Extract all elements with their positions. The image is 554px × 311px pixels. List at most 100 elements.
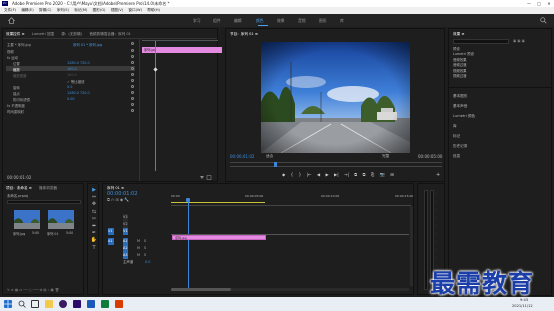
menu-window[interactable]: 窗口(W) xyxy=(128,7,142,14)
effect-controls-timecode[interactable]: 00:00:01:02 xyxy=(7,175,31,180)
workspace-tab-graphics[interactable]: 图形 xyxy=(319,18,327,24)
project-item-name[interactable]: 序列 01 xyxy=(47,231,58,236)
add-marker-button[interactable]: ◆ xyxy=(282,172,285,177)
uniform-scale-checkbox[interactable]: ✓ 等比缩放 xyxy=(67,79,84,84)
project-item-thumbnail[interactable] xyxy=(48,210,74,229)
tab-audio-clip-mixer[interactable]: 音频剪辑混合器：序列 01 xyxy=(89,32,131,36)
track-header-v3[interactable]: V3 xyxy=(107,214,171,221)
track-header-a3[interactable]: A3 M S xyxy=(107,252,171,259)
tab-effect-controls[interactable]: 效果控件 ≡ xyxy=(6,32,25,36)
mark-in-button[interactable]: { xyxy=(291,172,294,177)
sequence-clip-label[interactable]: 序列 01 * 序列.jpg xyxy=(73,42,102,47)
mark-out-button[interactable]: } xyxy=(299,172,302,177)
program-video-frame[interactable] xyxy=(261,42,410,153)
type-tool[interactable]: T xyxy=(90,245,98,252)
export-frame-button[interactable]: ⎘ xyxy=(371,172,374,177)
premiere-taskbar-icon[interactable] xyxy=(73,300,81,308)
mini-playhead[interactable] xyxy=(155,41,156,171)
video-track-lanes[interactable] xyxy=(171,214,409,235)
taskbar-search-icon[interactable] xyxy=(18,300,26,308)
ripple-edit-tool[interactable]: ✥ xyxy=(90,201,98,208)
menu-clip[interactable]: 剪辑(C) xyxy=(39,7,52,14)
tab-program[interactable]: 节目：序列 01 ≡ xyxy=(230,32,258,36)
project-item-name[interactable]: 序列.jpg xyxy=(13,231,25,236)
search-icon[interactable] xyxy=(540,17,547,24)
tab-media-browser[interactable]: 媒体浏览器 xyxy=(39,186,57,190)
menu-sequence[interactable]: 序列(S) xyxy=(57,7,69,14)
reset-icon[interactable] xyxy=(131,103,134,106)
step-back-button[interactable]: ◀ xyxy=(317,172,320,177)
quality-dropdown[interactable]: 完整 xyxy=(382,154,389,159)
panel-lumetri-color[interactable]: Lumetri 颜色 xyxy=(453,111,475,121)
hand-tool[interactable]: ✋ xyxy=(90,237,98,244)
track-header-a1[interactable]: A1 A1 M S xyxy=(107,238,171,245)
effects-filter-icons[interactable]: ▣ ▣ ▣ xyxy=(513,39,549,44)
scale-width-value[interactable]: 100.0 xyxy=(67,73,77,77)
project-search-input[interactable] xyxy=(7,200,81,204)
timeline-scroll-thumb[interactable] xyxy=(171,288,231,291)
fit-dropdown[interactable]: 适合 xyxy=(266,154,273,159)
program-playhead[interactable] xyxy=(274,162,277,167)
task-view-icon[interactable] xyxy=(31,300,39,308)
camera-icon[interactable]: 📷 xyxy=(380,172,385,177)
comparison-view-button[interactable]: ⊞ xyxy=(390,172,394,177)
panel-markers[interactable]: 标记 xyxy=(453,131,475,141)
rate-stretch-tool[interactable]: ⇆ xyxy=(90,209,98,216)
home-icon[interactable] xyxy=(8,17,15,24)
program-timecode[interactable]: 00:00:01:02 xyxy=(230,154,254,159)
timeline-vertical-scrollbar[interactable] xyxy=(410,206,413,286)
tree-folder-video-transitions[interactable]: 视频过渡 xyxy=(453,74,474,79)
clock-date[interactable]: 2021/11/12 xyxy=(512,304,533,308)
razor-tool[interactable]: ✂ xyxy=(90,216,98,223)
timeline-horizontal-scrollbar[interactable] xyxy=(171,288,409,291)
minimize-button[interactable]: — xyxy=(524,0,534,7)
spreadsheet-icon[interactable] xyxy=(101,300,109,308)
time-remap-row[interactable]: 时间重映射 xyxy=(7,109,24,114)
audio-track-lanes[interactable] xyxy=(171,242,409,270)
scale-value[interactable]: 100.0 xyxy=(67,67,77,71)
workspace-tab-learn[interactable]: 学习 xyxy=(193,18,201,24)
extract-button[interactable]: ⧉ xyxy=(363,172,366,177)
panel-essential-sound[interactable]: 基本声音 xyxy=(453,101,475,111)
panel-history[interactable]: 历史记录 xyxy=(453,141,475,151)
add-button-icon[interactable]: + xyxy=(436,172,440,178)
play-button[interactable]: ▶ xyxy=(325,172,328,177)
menu-graphics[interactable]: 图形(G) xyxy=(93,7,106,14)
workspace-tab-effects[interactable]: 效果 xyxy=(277,18,285,24)
reset-icon[interactable] xyxy=(131,49,134,52)
tab-effects[interactable]: 效果 ≡ xyxy=(453,32,464,36)
tab-sequence-01[interactable]: 序列 01 ≡ xyxy=(107,186,124,190)
reset-icon[interactable] xyxy=(131,85,134,88)
maximize-button[interactable]: □ xyxy=(534,0,544,7)
rotation-value[interactable]: 0.0 xyxy=(67,85,72,89)
reset-icon[interactable] xyxy=(131,55,134,58)
reset-icon[interactable] xyxy=(131,73,134,76)
track-header-master[interactable]: 主声道 0.0 xyxy=(107,259,171,266)
word-icon[interactable] xyxy=(87,300,95,308)
motion-row[interactable]: fx 运动 xyxy=(7,55,18,60)
tab-lumetri-scopes[interactable]: Lumetri 范围 xyxy=(32,32,54,36)
workspace-tab-editing[interactable]: 编辑 xyxy=(234,18,242,24)
slip-tool[interactable]: ⬌ xyxy=(90,223,98,230)
filter-export-icons[interactable] xyxy=(199,175,213,180)
reset-icon[interactable] xyxy=(131,91,134,94)
tab-project[interactable]: 项目：未命名 ≡ xyxy=(6,186,32,190)
anti-flicker-value[interactable]: 0.00 xyxy=(67,97,75,101)
panel-libraries[interactable]: 库 xyxy=(453,121,475,131)
go-to-in-button[interactable]: |← xyxy=(307,172,312,177)
app-icon[interactable] xyxy=(115,300,123,308)
windows-start-icon[interactable] xyxy=(4,300,12,308)
reset-icon[interactable] xyxy=(131,42,134,45)
timeline-ruler[interactable]: 00:00 00:00:05:00 00:00:10:00 00:00:15:0… xyxy=(171,192,413,206)
reset-icon[interactable] xyxy=(131,109,134,112)
menu-help[interactable]: 帮助(H) xyxy=(147,7,160,14)
lift-button[interactable]: ⧉ xyxy=(354,172,357,177)
menu-marker[interactable]: 标记(M) xyxy=(74,7,87,14)
selection-tool[interactable]: ▶ xyxy=(90,187,98,194)
tab-source[interactable]: 源：(无剪辑) xyxy=(61,32,82,36)
go-to-out-button[interactable]: →| xyxy=(344,172,349,177)
menu-file[interactable]: 文件(F) xyxy=(4,7,16,14)
panel-essential-graphics[interactable]: 基本图形 xyxy=(453,91,475,101)
opacity-row[interactable]: fx 不透明度 xyxy=(7,103,25,108)
menu-view[interactable]: 视图(V) xyxy=(111,7,123,14)
